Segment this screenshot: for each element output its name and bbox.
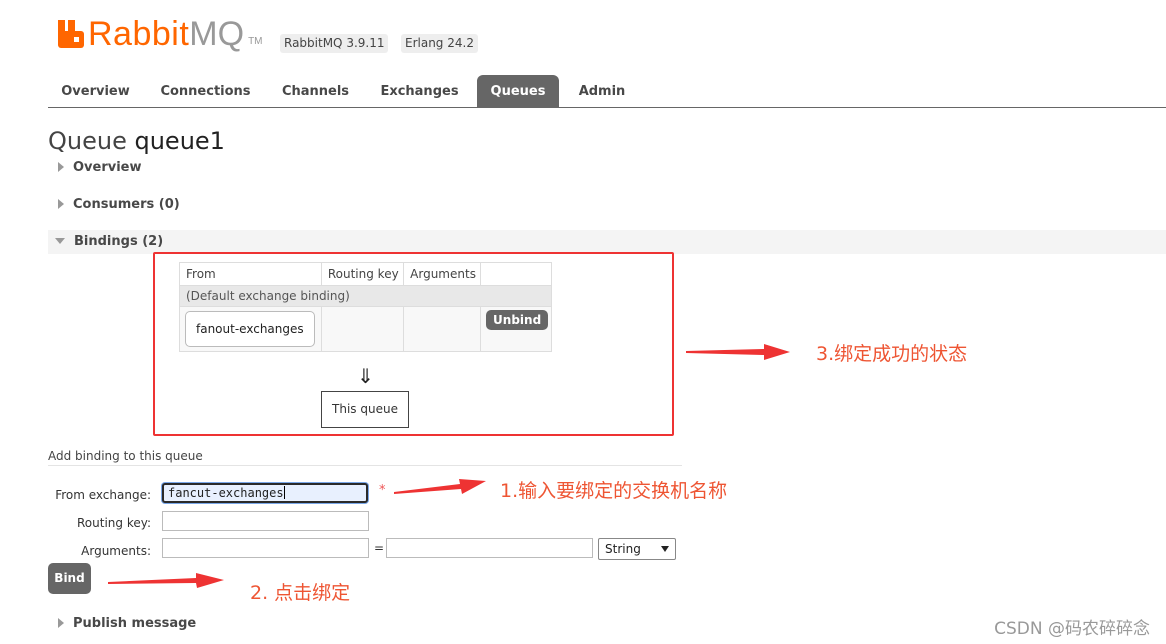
from-exchange-value: fancut-exchanges [168,486,284,500]
from-exchange-label: From exchange: [55,488,151,502]
logo-text-rabbit: Rabbit [88,14,190,53]
rabbit-logo-icon [58,20,84,48]
section-consumers[interactable]: Consumers (0) [48,193,180,217]
annotation-arrow-icon [394,479,486,494]
annotation-note-3: 3.绑定成功的状态 [816,343,968,365]
section-consumers-label: Consumers (0) [73,197,180,212]
expand-icon [58,618,64,628]
bind-button[interactable]: Bind [48,563,91,594]
argument-type-value: String [605,542,641,556]
annotation-highlight-box [153,252,674,436]
argument-type-select[interactable]: String [598,538,676,560]
tab-exchanges[interactable]: Exchanges [370,75,469,107]
collapse-icon [55,238,65,244]
tab-queues[interactable]: Queues [477,75,559,107]
logo-text-mq: MQ [189,14,245,53]
section-publish-message[interactable]: Publish message [48,612,196,636]
expand-icon [58,162,64,172]
argument-value-input[interactable] [386,538,593,558]
annotation-note-1: 1.输入要绑定的交换机名称 [500,480,728,502]
expand-icon [58,199,64,209]
argument-key-input[interactable] [162,538,369,558]
main-nav-tabs: Overview Connections Channels Exchanges … [48,75,1166,108]
page-title-prefix: Queue [48,127,127,155]
required-mark: * [379,483,386,498]
chevron-down-icon [661,546,669,552]
page-title: Queue queue1 [48,127,225,155]
add-binding-heading: Add binding to this queue [48,449,203,463]
section-bindings[interactable]: Bindings (2) [48,230,1166,254]
version-badge: RabbitMQ 3.9.11 [280,34,389,53]
text-caret [283,486,285,499]
divider [48,465,682,466]
section-overview[interactable]: Overview [48,156,142,180]
section-bindings-label: Bindings (2) [74,234,164,249]
logo-trademark: TM [248,35,263,47]
routing-key-input[interactable] [162,511,369,531]
annotation-arrow-icon [686,344,790,360]
section-overview-label: Overview [73,160,142,175]
arguments-label: Arguments: [81,544,151,558]
routing-key-label: Routing key: [77,516,151,530]
annotation-note-2: 2. 点击绑定 [250,582,351,604]
tab-overview[interactable]: Overview [48,75,143,107]
queue-name: queue1 [134,127,225,155]
annotation-arrow-icon [108,573,224,588]
watermark: CSDN @码农碎碎念 [994,619,1150,639]
tab-admin[interactable]: Admin [570,75,634,107]
equals-sign: = [374,541,385,555]
section-publish-label: Publish message [73,616,197,631]
tab-channels[interactable]: Channels [272,75,359,107]
from-exchange-input[interactable]: fancut-exchanges [162,483,368,503]
erlang-badge: Erlang 24.2 [401,34,478,53]
tab-connections[interactable]: Connections [152,75,259,107]
rabbitmq-logo[interactable]: Rabbit MQ TM [58,14,263,54]
